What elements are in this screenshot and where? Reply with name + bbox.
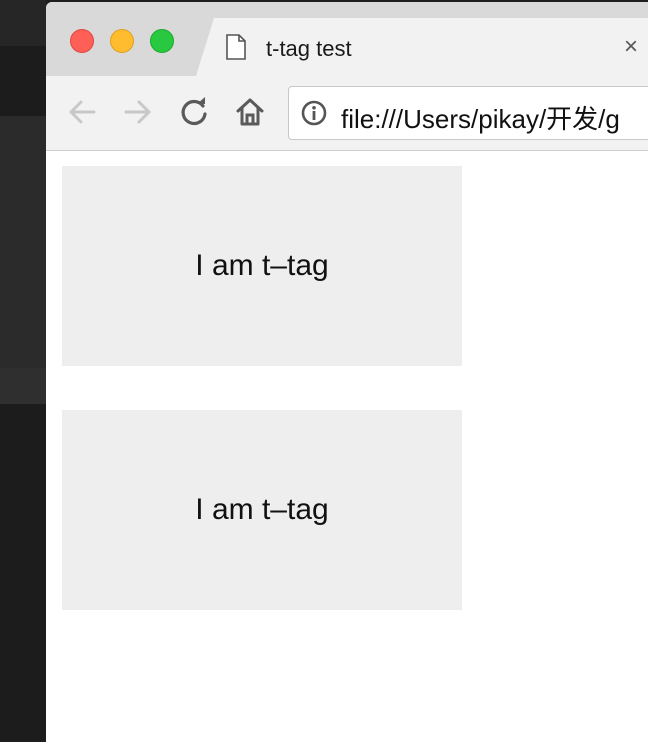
tab-close-icon[interactable]: × (620, 35, 642, 59)
t-tag-box: I am t–tag (62, 166, 462, 366)
address-bar[interactable]: file:///Users/pikay/开发/g (288, 86, 648, 140)
address-url[interactable]: file:///Users/pikay/开发/g (341, 99, 620, 136)
t-tag-text: I am t–tag (195, 249, 329, 282)
desktop-band (0, 368, 46, 404)
reload-icon[interactable] (178, 96, 210, 128)
home-icon[interactable] (234, 96, 266, 128)
window-minimize-button[interactable] (110, 29, 134, 53)
t-tag-text: I am t–tag (195, 493, 329, 526)
info-icon[interactable] (301, 100, 327, 126)
page-content: I am t–tag I am t–tag (46, 151, 648, 742)
document-icon (226, 34, 246, 60)
tab-title: t-tag test (266, 36, 352, 61)
arrow-right-icon[interactable] (122, 96, 154, 128)
desktop-band (0, 0, 46, 46)
tab-t-tag-test[interactable]: t-tag test × (196, 18, 648, 76)
desktop-background (0, 0, 46, 740)
arrow-left-icon[interactable] (66, 96, 98, 128)
browser-toolbar: file:///Users/pikay/开发/g (46, 76, 648, 151)
t-tag-box: I am t–tag (62, 410, 462, 610)
window-maximize-button[interactable] (150, 29, 174, 53)
title-bar: t-tag test × (46, 2, 648, 76)
window-close-button[interactable] (70, 29, 94, 53)
browser-window: t-tag test × file:///Users/pikay/开发/g I … (46, 2, 648, 742)
desktop-band (0, 116, 46, 368)
